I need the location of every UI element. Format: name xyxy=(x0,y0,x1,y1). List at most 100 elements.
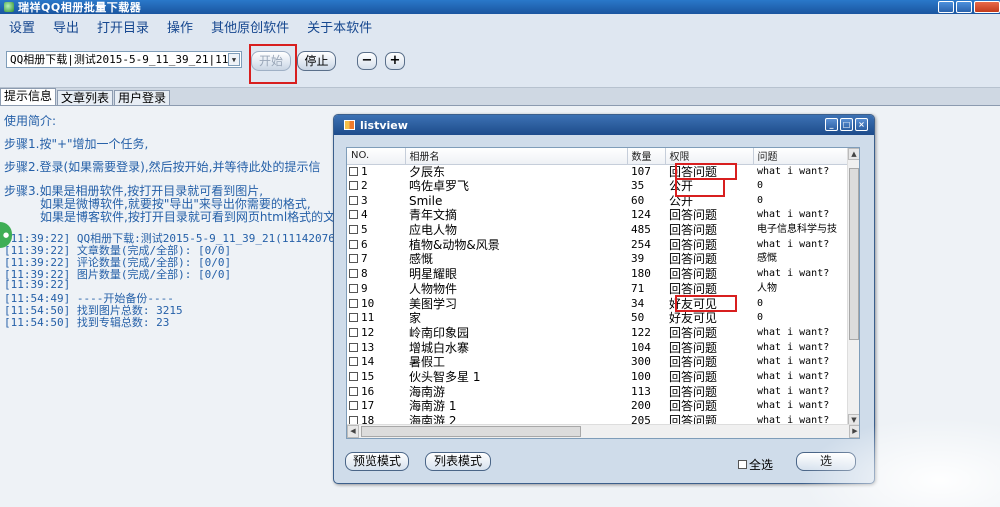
scroll-right-icon[interactable]: ▶ xyxy=(849,425,859,438)
table-row[interactable]: 14 暑假工 300 回答问题 what i want? xyxy=(347,355,849,370)
table-row[interactable]: 9 人物物件 71 回答问题 人物 xyxy=(347,282,849,297)
column-header-permission[interactable]: 权限 xyxy=(665,148,754,165)
window-titlebar: 瑞祥QQ相册批量下载器 xyxy=(0,0,1000,14)
question: 人物 xyxy=(757,282,777,294)
menu-export[interactable]: 导出 xyxy=(44,17,88,36)
window-controls xyxy=(936,0,1000,14)
checkbox-icon[interactable] xyxy=(349,195,358,205)
checkbox-icon[interactable] xyxy=(349,313,358,323)
maximize-icon[interactable] xyxy=(956,1,972,13)
tab-login[interactable]: 用户登录 xyxy=(114,90,171,105)
checkbox-icon[interactable] xyxy=(738,460,747,469)
dialog-controls: _ □ × xyxy=(823,118,868,131)
table-row[interactable]: 12 岭南印象园 122 回答问题 what i want? xyxy=(347,326,849,341)
row-number-text: 1 xyxy=(361,164,368,178)
checkbox-icon[interactable] xyxy=(349,327,358,337)
checkbox-icon[interactable] xyxy=(349,371,358,381)
menu-about[interactable]: 关于本软件 xyxy=(298,17,381,36)
checkbox-icon[interactable] xyxy=(349,386,358,396)
checkbox-icon[interactable] xyxy=(349,166,358,176)
select-button[interactable]: 选 xyxy=(796,452,856,471)
minimize-icon[interactable] xyxy=(938,1,954,13)
checkbox-icon[interactable] xyxy=(349,283,358,293)
row-number: 4 xyxy=(347,208,405,223)
preview-mode-button[interactable]: 预览模式 xyxy=(345,452,409,471)
photo-count: 122 xyxy=(631,325,651,339)
select-all-checkbox[interactable]: 全选 xyxy=(738,456,773,473)
album-name: 暑假工 xyxy=(409,355,446,370)
row-number-text: 3 xyxy=(361,193,368,207)
list-mode-button[interactable]: 列表模式 xyxy=(425,452,491,471)
permission: 回答问题 xyxy=(669,281,718,296)
column-header-no[interactable]: NO. xyxy=(347,148,406,165)
album-name: 家 xyxy=(409,311,422,326)
table-row[interactable]: 2 鸣佐卓罗飞 35 公开 0 xyxy=(347,179,849,194)
log-step1: 步骤1.按"+"增加一个任务, xyxy=(4,137,149,151)
table-row[interactable]: 4 青年文摘 124 回答问题 what i want? xyxy=(347,208,849,223)
checkbox-icon[interactable] xyxy=(349,342,358,352)
table-row[interactable]: 6 植物&动物&风景 254 回答问题 what i want? xyxy=(347,237,849,252)
add-task-button[interactable]: + xyxy=(385,52,405,70)
checkbox-icon[interactable] xyxy=(349,210,358,220)
scroll-thumb[interactable] xyxy=(849,168,859,340)
tab-info[interactable]: 提示信息 xyxy=(0,88,57,105)
menu-settings[interactable]: 设置 xyxy=(0,17,44,36)
tab-articles[interactable]: 文章列表 xyxy=(57,90,114,105)
vertical-scrollbar[interactable]: ▲ ▼ xyxy=(847,148,859,426)
close-icon[interactable] xyxy=(974,1,1000,13)
menu-open-folder[interactable]: 打开目录 xyxy=(88,17,158,36)
close-icon[interactable]: × xyxy=(855,118,868,131)
checkbox-icon[interactable] xyxy=(349,401,358,411)
table-row[interactable]: 15 伙头智多星 1 100 回答问题 what i want? xyxy=(347,370,849,385)
table-row[interactable]: 13 增城白水寨 104 回答问题 what i want? xyxy=(347,340,849,355)
listview-dialog: listview _ □ × NO. 相册名 数量 权限 问题 1 夕辰东 107 回… xyxy=(333,114,875,484)
chevron-down-icon[interactable]: ▼ xyxy=(228,53,240,66)
menu-other-software[interactable]: 其他原创软件 xyxy=(202,17,298,36)
horizontal-scrollbar[interactable]: ◀ ▶ xyxy=(347,424,859,438)
photo-count: 71 xyxy=(631,281,645,295)
checkbox-icon[interactable] xyxy=(349,225,358,235)
scroll-up-icon[interactable]: ▲ xyxy=(848,148,859,160)
task-select[interactable]: QQ相册下载|测试2015-5-9_11_39_21|11 ▼ xyxy=(6,51,242,68)
checkbox-icon[interactable] xyxy=(349,254,358,264)
question: what i want? xyxy=(757,370,830,382)
album-name: Smile xyxy=(409,193,443,208)
maximize-icon[interactable]: □ xyxy=(840,118,853,131)
table-row[interactable]: 8 明星耀眼 180 回答问题 what i want? xyxy=(347,267,849,282)
menu-operate[interactable]: 操作 xyxy=(158,17,202,36)
photo-count: 300 xyxy=(631,355,651,369)
remove-task-button[interactable]: − xyxy=(357,52,377,70)
listview-app-icon xyxy=(344,120,355,130)
stop-button[interactable]: 停止 xyxy=(297,51,336,71)
photo-count: 60 xyxy=(631,193,645,207)
table-row[interactable]: 11 家 50 好友可见 0 xyxy=(347,311,849,326)
table-row[interactable]: 7 感慨 39 回答问题 感慨 xyxy=(347,252,849,267)
checkbox-icon[interactable] xyxy=(349,239,358,249)
column-header-name[interactable]: 相册名 xyxy=(405,148,628,165)
checkbox-icon[interactable] xyxy=(349,181,358,191)
table-row[interactable]: 17 海南游 1 200 回答问题 what i want? xyxy=(347,399,849,414)
tab-strip: 提示信息 文章列表 用户登录 xyxy=(0,88,171,105)
table-row[interactable]: 1 夕辰东 107 回答问题 what i want? xyxy=(347,164,849,179)
column-header-question[interactable]: 问题 xyxy=(753,148,850,165)
column-header-count[interactable]: 数量 xyxy=(627,148,666,165)
table-row[interactable]: 5 应电人物 485 回答问题 电子信息科学与技 xyxy=(347,223,849,238)
window-title: 瑞祥QQ相册批量下载器 xyxy=(18,1,142,14)
log-step3-blog: 如果是博客软件,按打开目录就可看到网页html格式的文 xyxy=(40,210,336,224)
checkbox-icon[interactable] xyxy=(349,298,358,308)
checkbox-icon[interactable] xyxy=(349,269,358,279)
permission: 好友可见 xyxy=(669,311,718,326)
photo-count: 107 xyxy=(631,164,651,178)
log-intro: 使用简介: xyxy=(4,114,57,128)
checkbox-icon[interactable] xyxy=(349,357,358,367)
table-row[interactable]: 16 海南游 113 回答问题 what i want? xyxy=(347,384,849,399)
scroll-left-icon[interactable]: ◀ xyxy=(347,425,359,438)
minimize-icon[interactable]: _ xyxy=(825,118,838,131)
log-step2: 步骤2.登录(如果需要登录),然后按开始,并等待此处的提示信 xyxy=(4,160,321,174)
photo-count: 113 xyxy=(631,384,651,398)
table-row[interactable]: 10 美图学习 34 好友可见 0 xyxy=(347,296,849,311)
row-number: 10 xyxy=(347,296,405,311)
table-row[interactable]: 3 Smile 60 公开 0 xyxy=(347,193,849,208)
row-number: 6 xyxy=(347,237,405,252)
scroll-thumb[interactable] xyxy=(361,426,581,437)
